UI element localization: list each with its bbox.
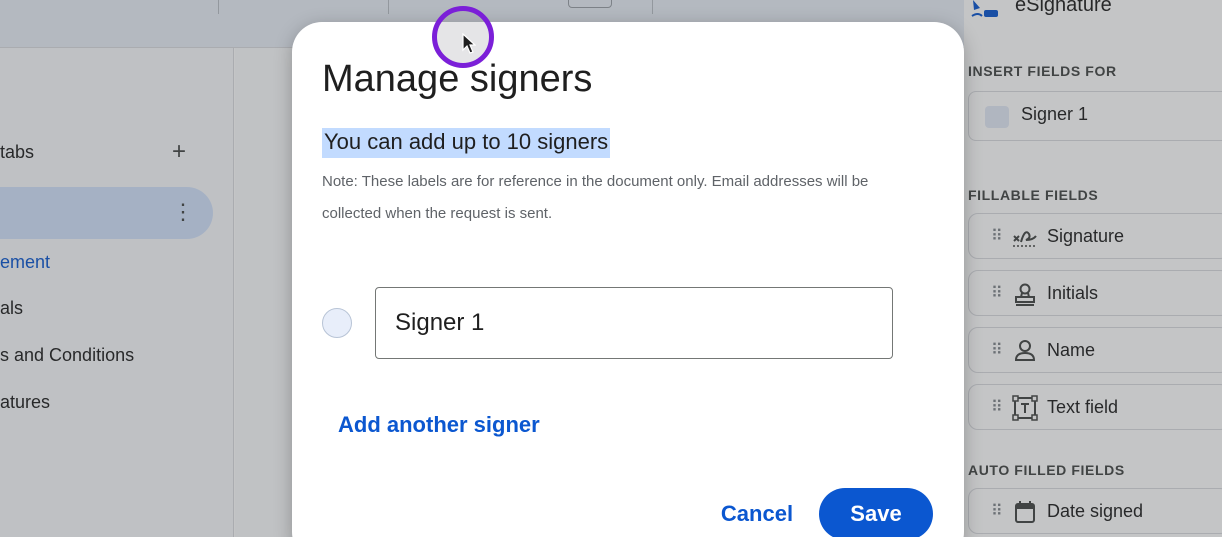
signer-label-input[interactable] xyxy=(375,287,893,359)
mouse-pointer-icon xyxy=(462,33,476,54)
add-another-signer-button[interactable]: Add another signer xyxy=(338,412,540,438)
dialog-subtitle: You can add up to 10 signers xyxy=(322,128,611,158)
save-button[interactable]: Save xyxy=(819,488,933,537)
signer-color-radio[interactable] xyxy=(322,308,352,338)
cancel-button[interactable]: Cancel xyxy=(706,490,808,537)
dialog-note: Note: These labels are for reference in … xyxy=(322,173,869,222)
